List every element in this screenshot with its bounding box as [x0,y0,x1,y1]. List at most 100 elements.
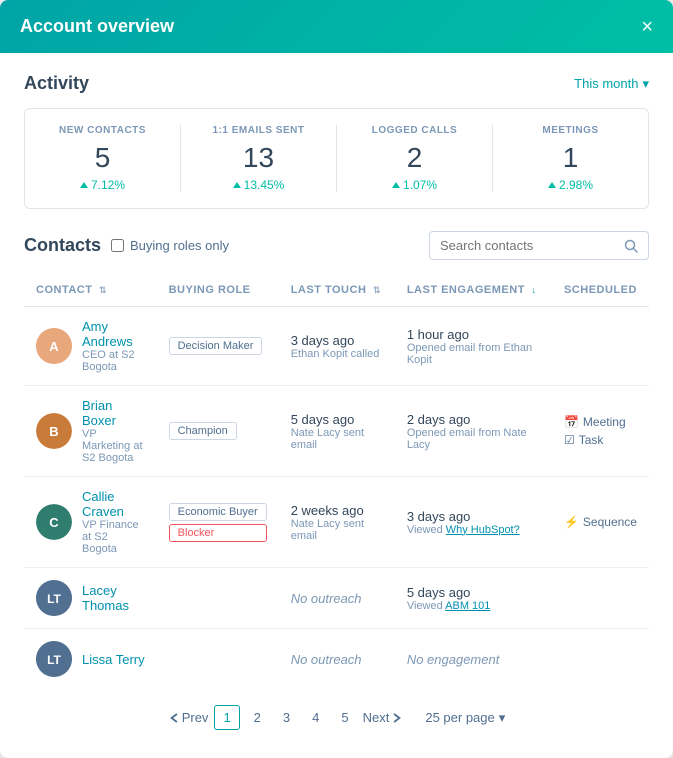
prev-button[interactable]: Prev [168,710,209,725]
avatar: LT [36,580,72,616]
period-label: This month [574,76,638,91]
close-button[interactable]: × [641,17,653,37]
activity-card: NEW CONTACTS 5 7.12% 1:1 EMAILS SENT 13 … [24,108,649,209]
engagement-link[interactable]: Why HubSpot? [446,524,520,536]
contacts-left: Contacts Buying roles only [24,235,229,256]
last-touch-sub: Ethan Kopit called [291,348,383,360]
engagement-main: 3 days ago [407,509,540,524]
search-box[interactable] [429,231,649,260]
engagement-sub: Viewed ABM 101 [407,600,540,612]
col-last-touch: LAST TOUCH ⇅ [279,274,395,307]
contact-info: Callie Craven VP Finance at S2 Bogota [82,489,145,555]
activity-title: Activity [24,73,89,94]
page-button-2[interactable]: 2 [246,706,269,729]
scheduled-cell: 📅 Meeting ☑ Task [552,386,649,477]
page-button-1[interactable]: 1 [214,705,239,730]
engagement-cell: 5 days ago Viewed ABM 101 [395,568,552,629]
engagement-cell: 3 days ago Viewed Why HubSpot? [395,477,552,568]
scheduled-cell: ⚡ Sequence [552,477,649,568]
contact-cell: LT Lacey Thomas [24,568,157,629]
buying-roles-label: Buying roles only [130,238,229,253]
scheduled-meeting: 📅 Meeting [564,415,637,429]
svg-text:C: C [49,515,59,530]
buying-roles-checkbox[interactable] [111,239,124,252]
scheduled-cell [552,629,649,690]
engagement-sub: Viewed Why HubSpot? [407,524,540,536]
stat-change-new-contacts: 7.12% [25,178,180,192]
sequence-label: Sequence [583,515,637,529]
contact-name[interactable]: Brian Boxer [82,398,145,428]
arrow-up-icon [80,182,88,188]
stat-label-meetings: MEETINGS [493,125,648,136]
buying-role-badge-economic: Economic Buyer [169,503,267,521]
page-button-5[interactable]: 5 [333,706,356,729]
last-touch-cell: No outreach [279,629,395,690]
no-outreach-label: No outreach [291,652,383,667]
contacts-header: Contacts Buying roles only [24,231,649,260]
period-selector[interactable]: This month ▾ [574,76,649,92]
stat-change-emails-sent: 13.45% [181,178,336,192]
task-label: Task [579,433,604,447]
col-contact: CONTACT ⇅ [24,274,157,307]
engagement-main: 5 days ago [407,585,540,600]
buying-role-badge: Champion [169,422,237,440]
next-button[interactable]: Next [363,710,404,725]
table-row: B Brian Boxer VP Marketing at S2 Bogota … [24,386,649,477]
last-touch-main: 5 days ago [291,412,383,427]
chevron-left-icon [168,712,180,724]
contact-name[interactable]: Callie Craven [82,489,145,519]
page-button-4[interactable]: 4 [304,706,327,729]
table-row: LT Lissa Terry No outreach [24,629,649,690]
last-touch-sub: Nate Lacy sent email [291,518,383,542]
engagement-link[interactable]: ABM 101 [445,600,490,612]
contact-cell: C Callie Craven VP Finance at S2 Bogota [24,477,157,568]
per-page-selector[interactable]: 25 per page ▾ [425,710,505,726]
modal-body: Activity This month ▾ NEW CONTACTS 5 7.1… [0,53,673,758]
buying-role-cell: Champion [157,386,279,477]
contact-name[interactable]: Lacey Thomas [82,583,145,613]
stat-logged-calls: LOGGED CALLS 2 1.07% [337,125,493,192]
sort-icon: ⇅ [99,285,107,296]
modal-title: Account overview [20,16,174,37]
task-icon: ☑ [564,433,575,447]
sort-icon[interactable]: ↓ [531,285,536,295]
stat-change-logged-calls: 1.07% [337,178,492,192]
engagement-main: 1 hour ago [407,327,540,342]
buying-roles-filter[interactable]: Buying roles only [111,238,229,253]
contact-title: VP Marketing at S2 Bogota [82,428,145,464]
avatar: LT [36,641,72,677]
contact-name[interactable]: Lissa Terry [82,652,145,667]
last-touch-main: 2 weeks ago [291,503,383,518]
col-buying-role: BUYING ROLE [157,274,279,307]
avatar: A [36,328,72,364]
table-row: C Callie Craven VP Finance at S2 Bogota … [24,477,649,568]
contact-cell: A Amy Andrews CEO at S2 Bogota [24,307,157,386]
col-scheduled: SCHEDULED [552,274,649,307]
contacts-title: Contacts [24,235,101,256]
engagement-cell: 1 hour ago Opened email from Ethan Kopit [395,307,552,386]
buying-role-badge-blocker: Blocker [169,524,267,542]
search-input[interactable] [440,238,618,253]
stat-label-new-contacts: NEW CONTACTS [25,125,180,136]
svg-text:LT: LT [47,653,61,667]
arrow-up-icon [392,182,400,188]
svg-text:LT: LT [47,592,61,606]
chevron-right-icon [391,712,403,724]
table-row: A Amy Andrews CEO at S2 Bogota Decision … [24,307,649,386]
contact-title: CEO at S2 Bogota [82,349,145,373]
contact-info: Brian Boxer VP Marketing at S2 Bogota [82,398,145,464]
stat-meetings: MEETINGS 1 2.98% [493,125,648,192]
sequence-icon: ⚡ [564,515,579,529]
last-touch-cell: 3 days ago Ethan Kopit called [279,307,395,386]
arrow-up-icon [548,182,556,188]
contact-info: Amy Andrews CEO at S2 Bogota [82,319,145,373]
buying-role-badge: Decision Maker [169,337,263,355]
table-header-row: CONTACT ⇅ BUYING ROLE LAST TOUCH ⇅ LAST … [24,274,649,307]
page-button-3[interactable]: 3 [275,706,298,729]
contact-name[interactable]: Amy Andrews [82,319,145,349]
chevron-down-icon: ▾ [642,76,649,92]
engagement-cell: No engagement [395,629,552,690]
stat-change-meetings: 2.98% [493,178,648,192]
stat-value-meetings: 1 [493,142,648,174]
scheduled-cell [552,307,649,386]
